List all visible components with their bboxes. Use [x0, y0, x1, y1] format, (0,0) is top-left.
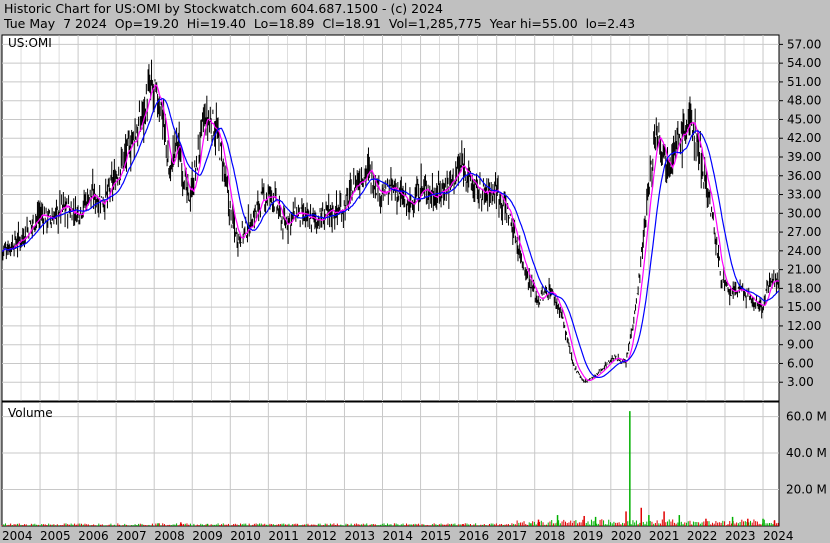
- price-tick-label: 21.00: [787, 263, 821, 277]
- x-tick-label: 2021: [649, 529, 680, 543]
- x-tick-label: 2004: [2, 529, 33, 543]
- volume-tick-label: 60.0 M: [786, 410, 827, 424]
- price-tick-label: 51.00: [787, 75, 821, 89]
- x-tick-label: 2016: [459, 529, 490, 543]
- price-tick-label: 12.00: [787, 319, 821, 333]
- x-tick-label: 2010: [230, 529, 261, 543]
- x-tick-label: 2020: [611, 529, 642, 543]
- price-tick-label: 33.00: [787, 188, 821, 202]
- price-tick-label: 57.00: [787, 37, 821, 51]
- x-tick-label: 2024: [763, 529, 794, 543]
- price-tick-label: 15.00: [787, 300, 821, 314]
- x-tick-label: 2023: [725, 529, 756, 543]
- x-tick-label: 2007: [116, 529, 147, 543]
- symbol-label: US:OMI: [8, 36, 52, 50]
- x-tick-label: 2019: [573, 529, 604, 543]
- price-tick-label: 3.00: [787, 375, 814, 389]
- price-tick-label: 45.00: [787, 112, 821, 126]
- x-tick-label: 2013: [344, 529, 375, 543]
- x-axis: 2004 2005 2006 2007 2008 2009 2010 2011 2012 2013…: [2, 529, 794, 543]
- price-tick-label: 54.00: [787, 56, 821, 70]
- price-tick-label: 6.00: [787, 356, 814, 370]
- price-tick-label: 30.00: [787, 206, 821, 220]
- x-tick-label: 2012: [306, 529, 337, 543]
- volume-tick-label: 40.0 M: [786, 446, 827, 460]
- x-tick-label: 2022: [687, 529, 718, 543]
- price-tick-label: 27.00: [787, 225, 821, 239]
- price-tick-label: 48.00: [787, 94, 821, 108]
- x-tick-label: 2006: [78, 529, 109, 543]
- x-tick-label: 2018: [535, 529, 566, 543]
- x-tick-label: 2009: [192, 529, 223, 543]
- x-tick-label: 2011: [268, 529, 299, 543]
- volume-tick-label: 20.0 M: [786, 483, 827, 497]
- x-tick-label: 2005: [40, 529, 71, 543]
- price-tick-label: 39.00: [787, 150, 821, 164]
- price-tick-label: 18.00: [787, 281, 821, 295]
- price-panel: 57.00 54.00 51.00 48.00 45.00 42.00 39.00 36.00…: [1, 34, 821, 402]
- x-tick-label: 2008: [154, 529, 185, 543]
- volume-title: Volume: [8, 406, 53, 420]
- stock-chart: 57.00 54.00 51.00 48.00 45.00 42.00 39.00 36.00…: [1, 34, 827, 543]
- volume-panel: 60.0 M 40.0 M 20.0 M Volume: [1, 401, 827, 527]
- x-tick-label: 2017: [497, 529, 528, 543]
- price-tick-label: 36.00: [787, 169, 821, 183]
- price-tick-label: 42.00: [787, 131, 821, 145]
- x-tick-label: 2014: [383, 529, 414, 543]
- x-tick-label: 2015: [421, 529, 452, 543]
- price-tick-label: 9.00: [787, 338, 814, 352]
- volume-plot-area: [1, 401, 780, 527]
- price-plot-area: [1, 34, 780, 402]
- price-tick-label: 24.00: [787, 244, 821, 258]
